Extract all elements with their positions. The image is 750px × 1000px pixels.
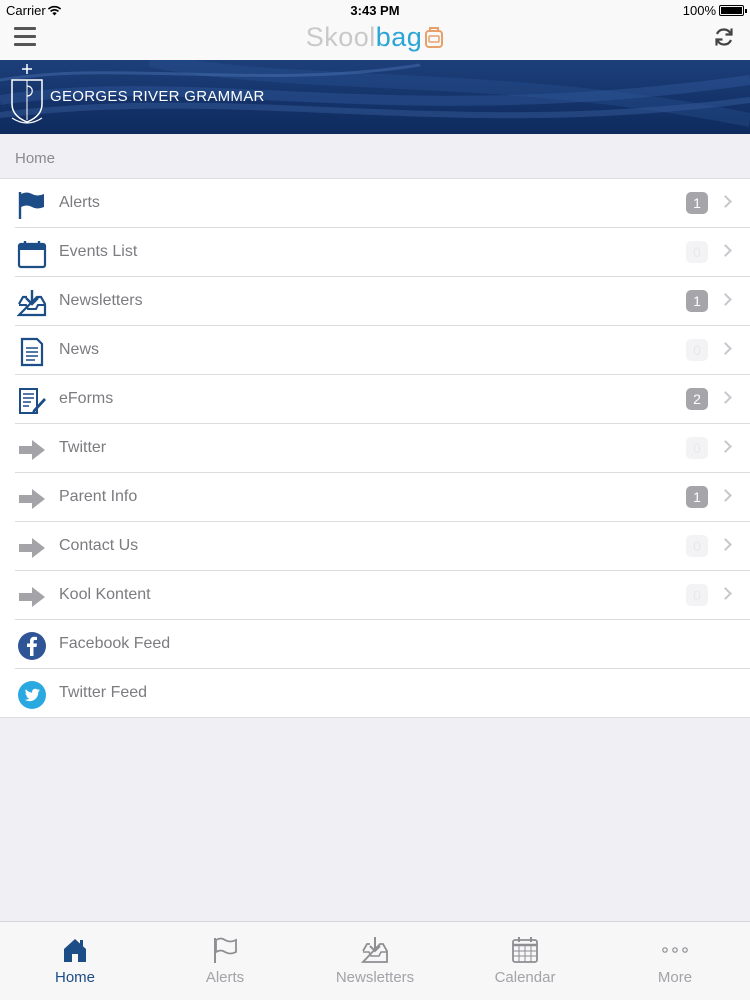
school-crest-icon (8, 62, 46, 133)
chevron-right-icon (719, 538, 732, 551)
tab-label: More (657, 969, 693, 986)
arrow-right-icon (17, 533, 47, 563)
menu-item-twitter[interactable]: Twitter 0 (0, 424, 750, 473)
tab-label: Alerts (205, 969, 245, 986)
breadcrumb: Home (0, 134, 750, 178)
refresh-icon[interactable] (712, 25, 736, 49)
battery-percent: 100% (682, 3, 716, 18)
schoolbag-icon (424, 25, 444, 56)
menu-item-label: eForms (59, 390, 114, 407)
facebook-icon (17, 631, 47, 661)
tab-label: Home (54, 969, 95, 986)
menu-item-label: Contact Us (59, 537, 139, 554)
menu-item-label: Facebook Feed (59, 635, 171, 652)
inbox-download-icon (360, 936, 389, 964)
chevron-right-icon (719, 440, 732, 453)
tab-newsletters[interactable]: Newsletters (300, 922, 450, 1000)
tab-calendar[interactable]: Calendar (450, 922, 600, 1000)
menu-item-news[interactable]: News 0 (0, 326, 750, 375)
home-icon (61, 936, 89, 964)
menu-item-label: Twitter Feed (59, 684, 148, 701)
count-badge: 0 (686, 339, 708, 361)
menu-item-events-list[interactable]: Events List 0 (0, 228, 750, 277)
arrow-right-icon (17, 582, 47, 612)
menu-item-label: Kool Kontent (59, 586, 151, 603)
twitter-bird-icon (17, 680, 47, 710)
count-badge: 0 (686, 241, 708, 263)
brand-part1: Skool (305, 22, 376, 52)
menu-item-label: Events List (59, 243, 138, 260)
count-badge: 2 (686, 388, 708, 410)
tab-alerts[interactable]: Alerts (150, 922, 300, 1000)
menu-item-parent-info[interactable]: Parent Info 1 (0, 473, 750, 522)
status-bar: Carrier 3:43 PM 100% (0, 0, 750, 20)
menu-item-twitter-feed[interactable]: Twitter Feed (0, 669, 750, 718)
tab-label: Calendar (494, 969, 556, 986)
nav-bar: Skoolbag (0, 20, 750, 60)
chevron-right-icon (719, 293, 732, 306)
inbox-download-icon (16, 288, 47, 318)
tab-more[interactable]: More (600, 922, 750, 1000)
flag-icon (211, 936, 239, 964)
status-time: 3:43 PM (350, 3, 400, 18)
menu-item-kool-kontent[interactable]: Kool Kontent 0 (0, 571, 750, 620)
menu-item-facebook-feed[interactable]: Facebook Feed (0, 620, 750, 669)
menu-item-alerts[interactable]: Alerts 1 (0, 179, 750, 228)
menu-item-label: Alerts (59, 194, 100, 211)
count-badge: 0 (686, 437, 708, 459)
menu-item-contact-us[interactable]: Contact Us 0 (0, 522, 750, 571)
chevron-right-icon (719, 489, 732, 502)
count-badge: 1 (686, 290, 708, 312)
home-menu-list: Alerts 1 Events List 0 Newsletters 1 New… (0, 178, 750, 718)
form-pencil-icon (17, 386, 47, 416)
menu-item-label: Parent Info (59, 488, 138, 505)
school-name: GEORGES RIVER GRAMMAR (50, 88, 265, 105)
menu-item-newsletters[interactable]: Newsletters 1 (0, 277, 750, 326)
chevron-right-icon (719, 342, 732, 355)
count-badge: 1 (686, 486, 708, 508)
arrow-right-icon (17, 435, 47, 465)
menu-item-eforms[interactable]: eForms 2 (0, 375, 750, 424)
chevron-right-icon (719, 587, 732, 600)
count-badge: 0 (686, 584, 708, 606)
count-badge: 0 (686, 535, 708, 557)
chevron-right-icon (719, 244, 732, 257)
flag-icon (17, 190, 47, 220)
arrow-right-icon (17, 484, 47, 514)
menu-item-label: Twitter (59, 439, 107, 456)
battery-icon (719, 5, 747, 16)
count-badge: 1 (686, 192, 708, 214)
calendar-grid-icon (511, 936, 539, 964)
document-icon (17, 337, 47, 367)
menu-item-label: News (59, 341, 100, 358)
menu-item-label: Newsletters (59, 292, 143, 309)
brand-part2: bag (375, 22, 423, 52)
tab-home[interactable]: Home (0, 922, 150, 1000)
more-dots-icon (661, 936, 689, 964)
chevron-right-icon (719, 195, 732, 208)
chevron-right-icon (719, 391, 732, 404)
calendar-icon (17, 239, 47, 269)
skoolbag-logo: Skoolbag (0, 22, 750, 56)
school-banner: GEORGES RIVER GRAMMAR (0, 60, 750, 134)
tab-label: Newsletters (335, 969, 415, 986)
bottom-tab-bar: Home Alerts Newsletters Calendar More (0, 921, 750, 1000)
